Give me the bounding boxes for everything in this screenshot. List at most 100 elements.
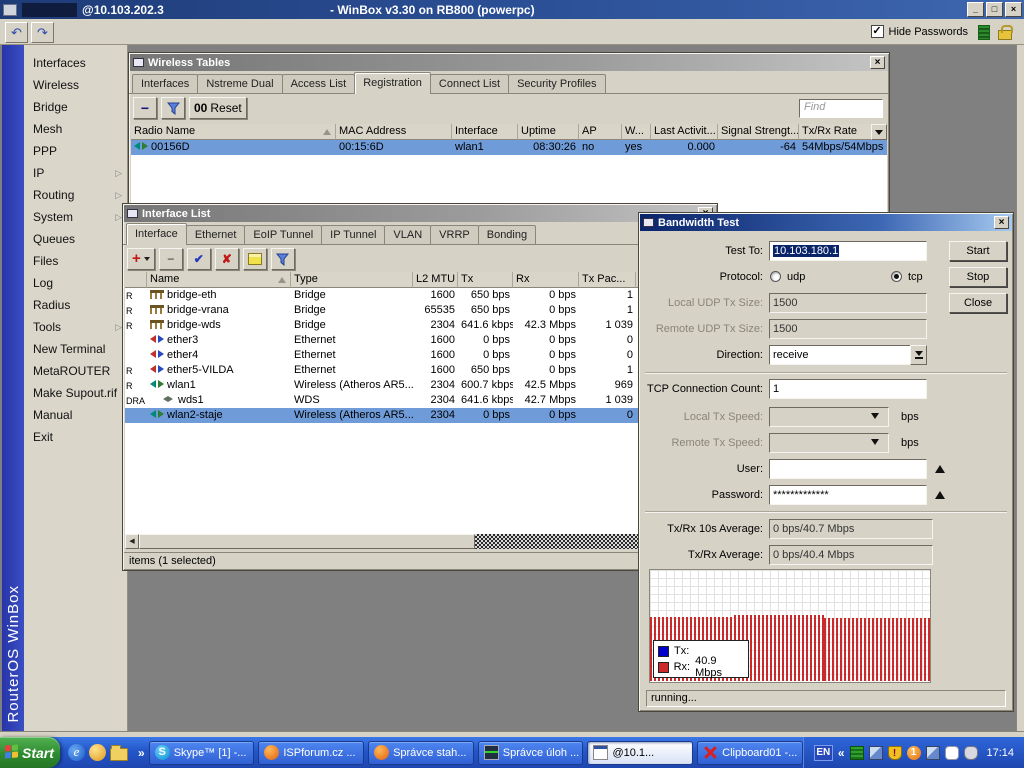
scrollbar-thumb[interactable]	[139, 534, 475, 549]
col-radio-name[interactable]: Radio Name	[131, 124, 336, 140]
interface-row[interactable]: R bridge-eth Bridge 1600 650 bps 0 bps 1	[125, 288, 715, 303]
bandwidth-test-title-bar[interactable]: Bandwidth Test ×	[640, 214, 1012, 231]
col-flags[interactable]	[125, 272, 147, 288]
password-input[interactable]: *************	[769, 485, 927, 505]
tcp-radio[interactable]	[891, 271, 902, 282]
task-spravce-uloh[interactable]: Správce úloh ...	[478, 741, 584, 765]
network-connection-icon[interactable]	[926, 746, 940, 760]
wireless-tables-title-bar[interactable]: Wireless Tables ×	[130, 54, 888, 71]
test-to-input[interactable]: 10.103.180.1	[769, 241, 927, 261]
network-connection-icon[interactable]	[869, 746, 883, 760]
reset-button[interactable]: 00Reset	[189, 97, 247, 119]
sidebar-item-ip[interactable]: IP▷	[24, 162, 127, 184]
remove-button[interactable]: −	[159, 248, 183, 270]
enable-button[interactable]: ✔	[187, 248, 211, 270]
start-button[interactable]: Start	[949, 241, 1007, 261]
direction-select[interactable]: receive	[769, 345, 927, 365]
hide-passwords-checkbox[interactable]: ✓	[871, 25, 884, 38]
col-l2mtu[interactable]: L2 MTU	[413, 272, 458, 288]
col-rx[interactable]: Rx	[513, 272, 579, 288]
col-signal-strength[interactable]: Signal Strengt...	[718, 124, 799, 140]
sidebar-item-tools[interactable]: Tools▷	[24, 316, 127, 338]
tab-interface[interactable]: Interface	[126, 223, 187, 245]
user-input[interactable]	[769, 459, 927, 479]
col-tx[interactable]: Tx	[458, 272, 513, 288]
col-ap[interactable]: AP	[579, 124, 622, 140]
sidebar-item-exit[interactable]: Exit	[24, 426, 127, 448]
undo-icon[interactable]: ↶	[5, 22, 28, 43]
filter-button[interactable]	[161, 97, 185, 119]
sidebar-item-bridge[interactable]: Bridge	[24, 96, 127, 118]
update-icon[interactable]	[89, 744, 106, 761]
sidebar-item-interfaces[interactable]: Interfaces	[24, 52, 127, 74]
network-activity-icon[interactable]	[850, 746, 864, 760]
interface-row-selected[interactable]: wlan2-staje Wireless (Atheros AR5... 230…	[125, 408, 715, 423]
col-uptime[interactable]: Uptime	[518, 124, 579, 140]
column-select-button[interactable]	[871, 124, 887, 140]
tab-eoip-tunnel[interactable]: EoIP Tunnel	[244, 225, 322, 244]
sidebar-item-wireless[interactable]: Wireless	[24, 74, 127, 96]
sidebar-item-routing[interactable]: Routing▷	[24, 184, 127, 206]
tab-ip-tunnel[interactable]: IP Tunnel	[321, 225, 385, 244]
close-button[interactable]: Close	[949, 293, 1007, 313]
remove-button[interactable]: −	[133, 97, 157, 119]
tab-access-list[interactable]: Access List	[282, 74, 356, 93]
col-tx-packet[interactable]: Tx Pac...	[579, 272, 636, 288]
sidebar-item-ppp[interactable]: PPP	[24, 140, 127, 162]
interface-row[interactable]: R bridge-vrana Bridge 65535 650 bps 0 bp…	[125, 303, 715, 318]
task-spravce-stahovani[interactable]: Správce stah...	[368, 741, 474, 765]
interface-list-title-bar[interactable]: Interface List ×	[124, 205, 716, 222]
close-icon[interactable]: ×	[994, 216, 1009, 229]
chevron-down-icon[interactable]	[871, 413, 879, 419]
sidebar-item-make-supout[interactable]: Make Supout.rif	[24, 382, 127, 404]
add-button[interactable]: +	[127, 248, 155, 270]
tab-vlan[interactable]: VLAN	[384, 225, 431, 244]
col-w[interactable]: W...	[622, 124, 651, 140]
interface-row[interactable]: R wlan1 Wireless (Atheros AR5... 2304 60…	[125, 378, 715, 393]
more-chevron[interactable]: »	[138, 746, 145, 760]
close-icon[interactable]: ×	[870, 56, 885, 69]
horizontal-scrollbar[interactable]: ◀	[125, 534, 717, 549]
language-indicator[interactable]: EN	[814, 745, 833, 761]
expand-up-icon[interactable]	[935, 491, 945, 499]
interface-row[interactable]: R bridge-wds Bridge 2304 641.6 kbps 42.3…	[125, 318, 715, 333]
find-input[interactable]: Find	[799, 99, 883, 118]
update-badge-icon[interactable]: 1	[907, 746, 921, 760]
sidebar-item-system[interactable]: System▷	[24, 206, 127, 228]
task-winbox-active[interactable]: @10.1...	[587, 741, 693, 765]
tab-connect-list[interactable]: Connect List	[430, 74, 509, 93]
expand-up-icon[interactable]	[935, 465, 945, 473]
sidebar-item-radius[interactable]: Radius	[24, 294, 127, 316]
security-shield-icon[interactable]: !	[888, 746, 902, 760]
tab-ethernet[interactable]: Ethernet	[186, 225, 246, 244]
task-ispforum[interactable]: ISPforum.cz ...	[258, 741, 364, 765]
mouse-settings-icon[interactable]	[964, 746, 978, 760]
folder-icon[interactable]	[110, 748, 128, 761]
tab-nstreme-dual[interactable]: Nstreme Dual	[197, 74, 282, 93]
sidebar-item-log[interactable]: Log	[24, 272, 127, 294]
task-skype[interactable]: SSkype™ [1] -...	[149, 741, 255, 765]
tray-chevron[interactable]: «	[838, 746, 845, 760]
interface-row[interactable]: ether3 Ethernet 1600 0 bps 0 bps 0	[125, 333, 715, 348]
tab-bonding[interactable]: Bonding	[478, 225, 536, 244]
scroll-left-icon[interactable]: ◀	[125, 534, 139, 549]
ie-icon[interactable]: e	[68, 744, 85, 761]
stop-button[interactable]: Stop	[949, 267, 1007, 287]
sidebar-item-manual[interactable]: Manual	[24, 404, 127, 426]
tab-vrrp[interactable]: VRRP	[430, 225, 479, 244]
redo-icon[interactable]: ↷	[31, 22, 54, 43]
sidebar-item-files[interactable]: Files	[24, 250, 127, 272]
col-interface[interactable]: Interface	[452, 124, 518, 140]
col-mac-address[interactable]: MAC Address	[336, 124, 452, 140]
tcp-connection-count-input[interactable]: 1	[769, 379, 927, 399]
minimize-button[interactable]: _	[967, 2, 984, 17]
sidebar-item-metarouter[interactable]: MetaROUTER	[24, 360, 127, 382]
sidebar-item-mesh[interactable]: Mesh	[24, 118, 127, 140]
maximize-button[interactable]: □	[986, 2, 1003, 17]
interface-row[interactable]: R ether5-VILDA Ethernet 1600 650 bps 0 b…	[125, 363, 715, 378]
dropdown-button[interactable]	[910, 345, 927, 365]
filter-button[interactable]	[271, 248, 295, 270]
sidebar-item-new-terminal[interactable]: New Terminal	[24, 338, 127, 360]
task-clipboard[interactable]: Clipboard01 -...	[697, 741, 803, 765]
udp-radio[interactable]	[770, 271, 781, 282]
